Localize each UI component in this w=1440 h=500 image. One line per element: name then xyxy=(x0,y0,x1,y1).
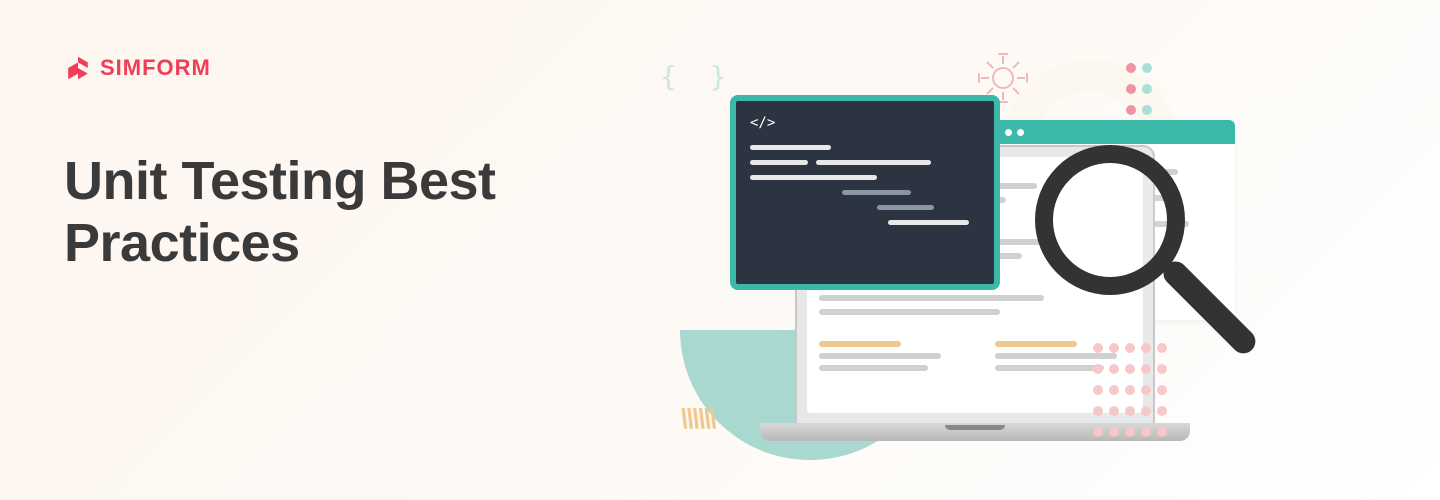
curly-braces-icon: { } xyxy=(660,60,735,93)
window-control-icon xyxy=(1017,129,1024,136)
window-control-icon xyxy=(1005,129,1012,136)
headline-line-1: Unit Testing Best xyxy=(64,151,496,211)
brand-logo: SIMFORM xyxy=(64,54,211,82)
logo-text: SIMFORM xyxy=(100,55,211,81)
code-editor-window: </> xyxy=(730,95,1000,290)
headline-line-2: Practices xyxy=(64,213,300,273)
logo-mark-icon xyxy=(64,54,92,82)
laptop-hinge xyxy=(945,425,1005,430)
browser-titlebar xyxy=(985,120,1235,144)
code-tag-icon: </> xyxy=(750,115,980,131)
page-title: Unit Testing Best Practices xyxy=(64,150,496,274)
dots-bottom-right xyxy=(1090,340,1170,445)
diagonal-stripes-icon: \\\\\\ xyxy=(680,403,715,435)
hero-illustration: { } \\\\\\ </> xyxy=(640,40,1340,480)
